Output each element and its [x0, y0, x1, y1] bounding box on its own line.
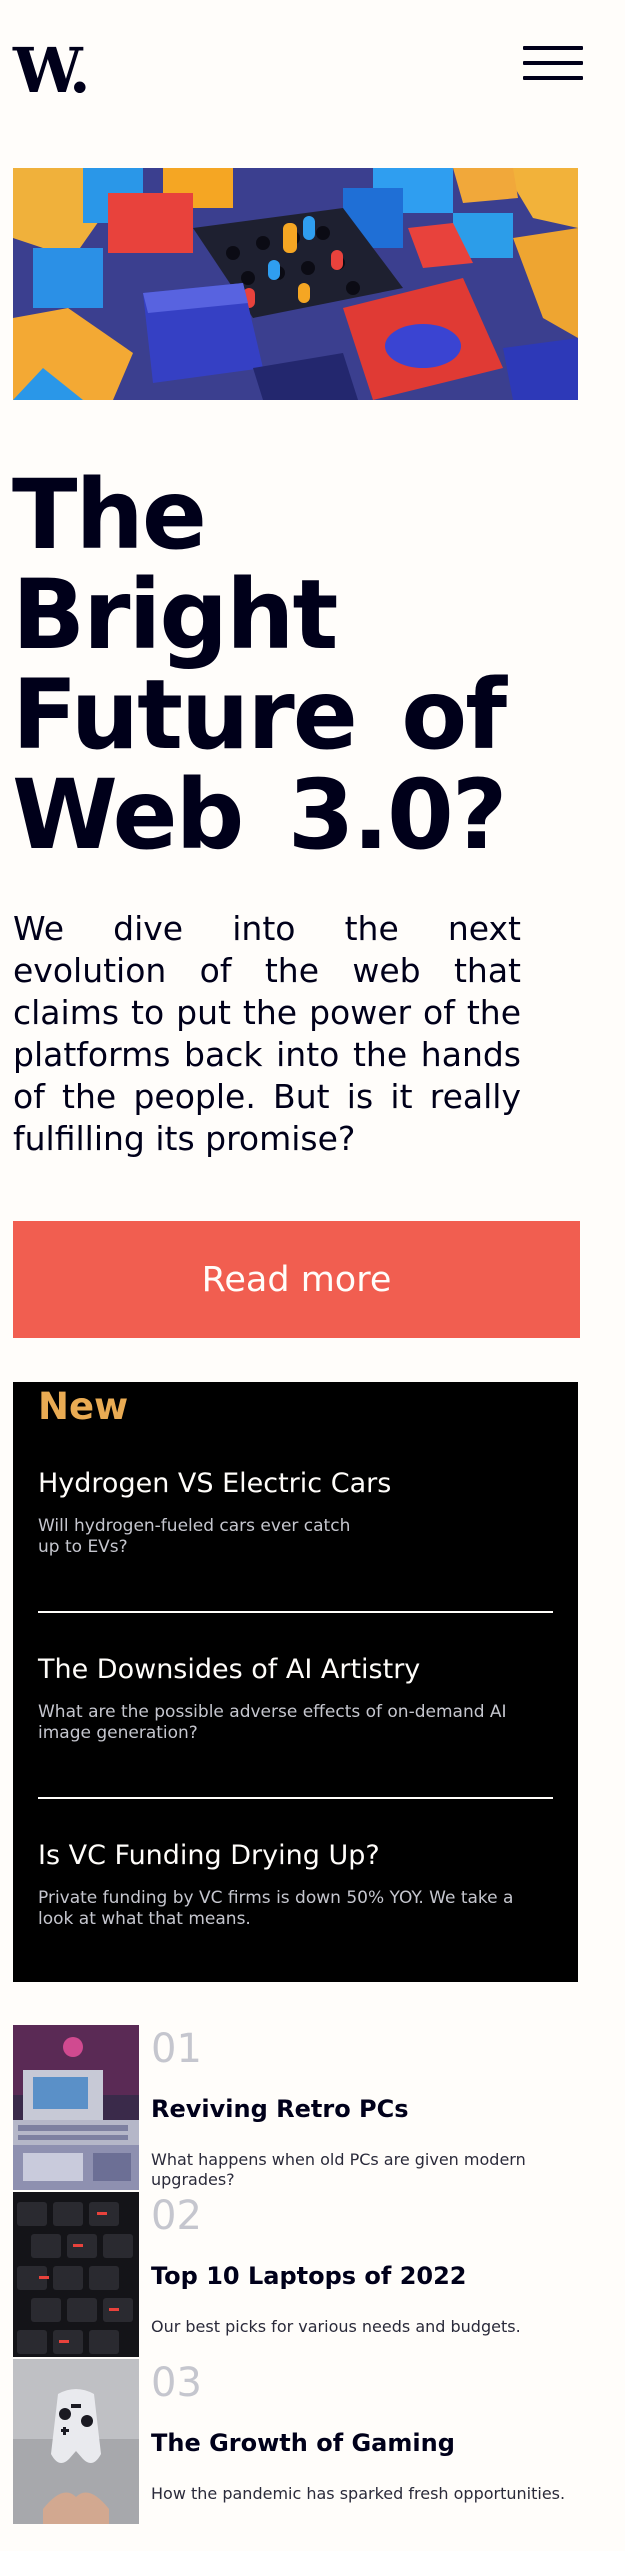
- new-article-title[interactable]: Is VC Funding Drying Up?: [38, 1838, 553, 1874]
- new-article-title[interactable]: Hydrogen VS Electric Cars: [38, 1466, 553, 1502]
- new-article-description: Will hydrogen-fueled cars ever catch up …: [38, 1516, 351, 1557]
- trending-title[interactable]: Reviving Retro PCs: [151, 2093, 409, 2125]
- trending-number: 03: [151, 2360, 202, 2406]
- hero-title: The Bright Future of Web 3.0?: [12, 459, 507, 871]
- site-logo[interactable]: W.: [13, 40, 91, 102]
- menu-bar: [523, 61, 583, 65]
- retro-pc-photo[interactable]: [13, 2025, 139, 2190]
- hamburger-menu-icon[interactable]: [523, 46, 583, 82]
- divider: [38, 1611, 553, 1613]
- trending-item: 01 Reviving Retro PCs What happens when …: [13, 2025, 613, 2190]
- trending-item: 02 Top 10 Laptops of 2022 Our best picks…: [13, 2192, 613, 2357]
- new-section-heading: New: [38, 1385, 129, 1428]
- hero-image: [13, 168, 578, 400]
- new-articles-panel: New Hydrogen VS Electric Cars Will hydro…: [13, 1382, 578, 1982]
- read-more-button[interactable]: Read more: [13, 1221, 580, 1338]
- trending-description: What happens when old PCs are given mode…: [151, 2150, 526, 2189]
- new-article-item: Hydrogen VS Electric Cars Will hydrogen-…: [38, 1466, 553, 1558]
- new-article-title[interactable]: The Downsides of AI Artistry: [38, 1652, 553, 1688]
- colorful-3d-blocks-illustration: [13, 168, 578, 400]
- trending-number: 01: [151, 2026, 202, 2072]
- menu-bar: [523, 46, 583, 50]
- laptop-keyboard-photo[interactable]: [13, 2192, 139, 2357]
- divider: [38, 1797, 553, 1799]
- game-controller-photo[interactable]: [13, 2359, 139, 2524]
- trending-item: 03 The Growth of Gaming How the pandemic…: [13, 2359, 613, 2524]
- new-article-item: Is VC Funding Drying Up? Private funding…: [38, 1838, 553, 1930]
- trending-title[interactable]: The Growth of Gaming: [151, 2427, 455, 2459]
- trending-title[interactable]: Top 10 Laptops of 2022: [151, 2260, 467, 2292]
- hero-description: We dive into the next evolution of the w…: [13, 909, 521, 1158]
- trending-description: How the pandemic has sparked fresh oppor…: [151, 2484, 566, 2503]
- new-article-description: What are the possible adverse effects of…: [38, 1702, 507, 1743]
- trending-number: 02: [151, 2193, 202, 2239]
- menu-bar: [523, 76, 583, 80]
- site-header: W.: [13, 36, 583, 106]
- trending-description: Our best picks for various needs and bud…: [151, 2317, 521, 2336]
- new-article-description: Private funding by VC firms is down 50% …: [38, 1888, 514, 1929]
- new-article-item: The Downsides of AI Artistry What are th…: [38, 1652, 553, 1744]
